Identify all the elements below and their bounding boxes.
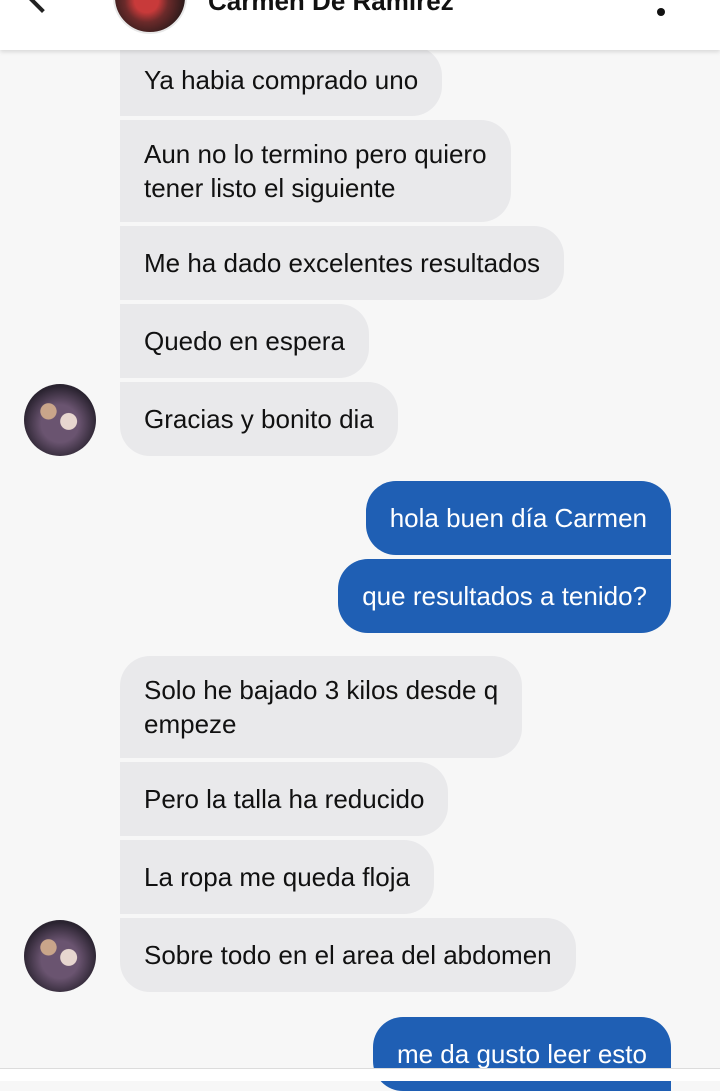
message-bubble-incoming[interactable]: Solo he bajado 3 kilos desde q empeze: [120, 656, 523, 758]
message-bubble-incoming[interactable]: La ropa me queda floja: [120, 840, 434, 914]
more-vertical-icon[interactable]: [655, 0, 667, 20]
message-bubble-incoming[interactable]: Pero la talla ha reducido: [120, 762, 449, 836]
message-bubble-incoming[interactable]: Ya habia comprado uno: [120, 46, 443, 116]
message-bubble-outgoing[interactable]: que resultados a tenido?: [338, 559, 671, 633]
message-bubble-outgoing[interactable]: hola buen día Carmen: [365, 481, 671, 555]
chevron-left-icon[interactable]: [25, 0, 59, 13]
contact-avatar[interactable]: [113, 0, 187, 34]
chat-header: Carmen De Ramirez: [0, 0, 720, 50]
message-bubble-incoming[interactable]: Aun no lo termino pero quiero tener list…: [120, 120, 511, 222]
message-bubble-incoming[interactable]: Me ha dado excelentes resultados: [120, 226, 565, 300]
composer-edge: [0, 1068, 720, 1081]
contact-name[interactable]: Carmen De Ramirez: [208, 0, 454, 17]
contact-avatar-small[interactable]: [24, 920, 96, 992]
message-bubble-incoming[interactable]: Quedo en espera: [120, 304, 369, 378]
contact-avatar-small[interactable]: [24, 384, 96, 456]
message-bubble-incoming[interactable]: Sobre todo en el area del abdomen: [120, 918, 576, 992]
message-bubble-incoming[interactable]: Gracias y bonito dia: [120, 382, 398, 456]
